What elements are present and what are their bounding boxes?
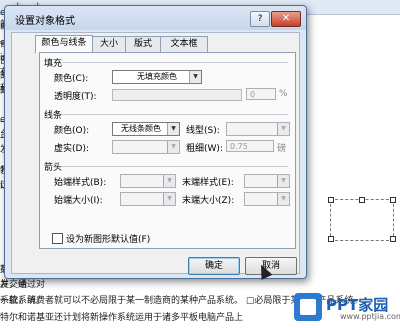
weight-label: 粗细(W): (186, 144, 223, 154)
close-button[interactable]: ✕ (271, 11, 301, 27)
line-section-label: 线条 (44, 111, 63, 121)
line-style-label: 线型(S): (186, 126, 220, 136)
fill-color-dropdown[interactable]: 无填充颜色 ▼ (112, 70, 202, 84)
line-color-value: 无线条颜色 (121, 124, 161, 133)
resize-handle[interactable] (390, 236, 396, 242)
transparency-label: 透明度(T): (54, 92, 97, 102)
transparency-unit: % (279, 89, 288, 99)
chevron-down-icon: ▼ (167, 123, 179, 135)
watermark-logo: PPT家园 www.pptjia.com (292, 291, 400, 325)
transparency-spinbox[interactable]: 0 (246, 88, 276, 100)
begin-size-label: 始端大小(I): (54, 196, 103, 206)
chevron-down-icon: ▼ (277, 123, 289, 135)
transparency-slider[interactable] (112, 89, 242, 101)
chevron-down-icon: ▼ (189, 71, 201, 83)
chevron-down-icon: ▼ (277, 175, 289, 187)
tab-textbox[interactable]: 文本框 (160, 36, 208, 52)
weight-unit: 磅 (277, 144, 287, 154)
default-checkbox-label: 设为新图形默认值(F) (66, 235, 151, 245)
document-text-line: 特尔和诺基亚还计划将新操作系统运用于诸多平板电脑产品上 (0, 313, 244, 323)
chevron-down-icon: ▼ (163, 193, 175, 205)
end-style-label: 末端样式(E): (182, 178, 234, 188)
divider (62, 114, 288, 115)
resize-handle[interactable] (328, 197, 334, 203)
resize-handle[interactable] (390, 197, 396, 203)
dash-dropdown[interactable]: ▼ (112, 140, 180, 154)
help-button[interactable]: ? (250, 11, 270, 27)
document-text-line: 发，通过对 (0, 280, 46, 290)
dialog-title: 设置对象格式 (15, 16, 75, 27)
fill-section-label: 填充 (44, 59, 63, 69)
arrows-section-label: 箭头 (44, 163, 63, 173)
ok-button[interactable]: 确定 (188, 257, 240, 275)
line-color-label: 颜色(O): (54, 126, 90, 136)
tab-colors-lines[interactable]: 颜色与线条 (35, 35, 93, 53)
line-color-dropdown[interactable]: 无线条颜色 ▼ (112, 122, 180, 136)
logo-icon (294, 293, 322, 321)
end-style-dropdown[interactable]: ▼ (244, 174, 290, 188)
resize-handle[interactable] (359, 197, 365, 203)
begin-style-label: 始端样式(B): (54, 178, 107, 188)
end-size-dropdown[interactable]: ▼ (244, 192, 290, 206)
logo-url: www.pptjia.com (340, 312, 400, 321)
chevron-down-icon: ▼ (163, 175, 175, 187)
fill-color-value: 无填充颜色 (137, 72, 177, 81)
tab-layout[interactable]: 版式 (125, 36, 161, 52)
format-object-dialog: 设置对象格式 ? ✕ 颜色与线条 大小 版式 文本框 填充 颜色(C): 无填充… (4, 5, 307, 280)
tab-size[interactable]: 大小 (92, 36, 126, 52)
begin-size-dropdown[interactable]: ▼ (120, 192, 176, 206)
dialog-titlebar[interactable]: 设置对象格式 ? ✕ (5, 6, 306, 30)
chevron-down-icon: ▼ (277, 193, 289, 205)
dash-label: 虚实(D): (54, 144, 89, 154)
end-size-label: 末端大小(Z): (182, 196, 235, 206)
tab-panel: 填充 颜色(C): 无填充颜色 ▼ 透明度(T): 0 % 线条 颜色(O): … (39, 52, 296, 249)
resize-handle[interactable] (328, 236, 334, 242)
selected-textbox[interactable] (328, 197, 396, 242)
line-style-dropdown[interactable]: ▼ (226, 122, 290, 136)
begin-style-dropdown[interactable]: ▼ (120, 174, 176, 188)
fill-color-label: 颜色(C): (54, 74, 89, 84)
divider (62, 166, 288, 167)
divider (62, 62, 288, 63)
weight-spinbox[interactable]: 0.75 (226, 140, 274, 152)
chevron-down-icon: ▼ (167, 141, 179, 153)
default-checkbox[interactable] (52, 233, 63, 244)
